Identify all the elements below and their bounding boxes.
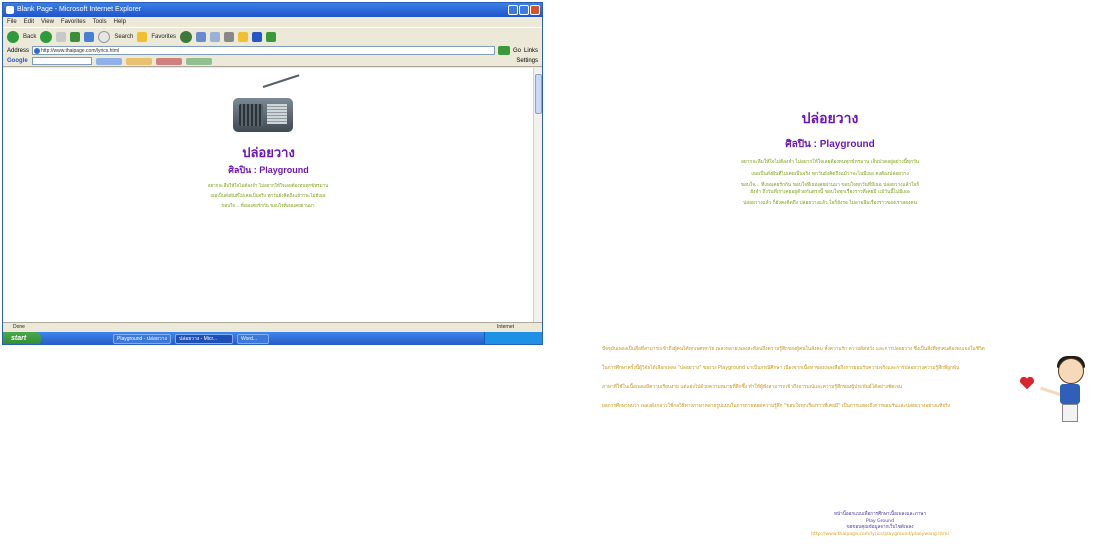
menu-help[interactable]: Help xyxy=(114,17,126,27)
minimize-button[interactable] xyxy=(508,5,518,15)
song-title: ปล่อยวาง xyxy=(242,146,295,161)
taskbar-item[interactable]: Word... xyxy=(237,334,269,344)
google-pagerank[interactable] xyxy=(125,57,152,65)
tools-icon[interactable] xyxy=(266,31,277,42)
maximize-button[interactable] xyxy=(519,5,529,15)
essay-paragraph: ปัจจุบันเพลงเป็นสื่อที่สามารถเข้าถึงผู้ค… xyxy=(602,347,985,352)
mail-icon[interactable] xyxy=(210,31,221,42)
lyrics-verse: ขอบใจ... ที่เธอเคยรักกัน ขอบใจที่เธอเคยผ… xyxy=(221,204,315,209)
print-icon[interactable] xyxy=(224,31,235,42)
go-label[interactable]: Go xyxy=(513,48,521,54)
close-button[interactable] xyxy=(530,5,540,15)
menu-file[interactable]: File xyxy=(7,17,17,27)
window-titlebar: Blank Page - Microsoft Internet Explorer xyxy=(3,3,542,17)
lyrics-block: อยากจะลืมให้ใจไม่ต้องจำ ไม่อยากให้ใจเลยต… xyxy=(183,184,353,214)
menu-tools[interactable]: Tools xyxy=(93,17,107,27)
essay-paragraph: ผลการศึกษาพบว่า เพลงดังกล่าวใช้กลวิธีทาง… xyxy=(602,404,951,409)
lyrics-verse: เธอเป็นดั่งฝันที่ไม่เคยเป็นจริง ทุกวันยั… xyxy=(210,194,326,199)
radio-speaker xyxy=(239,104,263,126)
forward-icon[interactable] xyxy=(40,30,53,43)
address-bar: Address http://www.thaipage.com/lyrics.h… xyxy=(3,45,542,56)
window-title: Blank Page - Microsoft Internet Explorer xyxy=(17,6,142,13)
google-search-input[interactable] xyxy=(31,57,92,65)
ie-icon xyxy=(6,6,14,14)
boy-legs xyxy=(1062,404,1078,422)
media-icon[interactable] xyxy=(180,30,193,43)
boy-shirt xyxy=(1060,384,1080,404)
refresh-icon[interactable] xyxy=(70,31,81,42)
radio-image xyxy=(233,74,300,132)
page-footer: หน้านี้ออกแบบเพื่อการศึกษาเนื้อเพลงและภา… xyxy=(720,512,1040,538)
google-options[interactable] xyxy=(185,57,212,65)
google-toolbar: Google Settings xyxy=(3,56,542,67)
taskbar-item[interactable]: Playground - ปล่อยวาง xyxy=(113,334,171,344)
taskbar-item[interactable]: ปล่อยวาง - Micr... xyxy=(175,334,233,344)
status-text: Done xyxy=(13,324,25,330)
radio-dial xyxy=(267,104,287,124)
source-link[interactable]: http://www.thaipage.com/lyrics/playgroun… xyxy=(720,532,1040,539)
scroll-thumb[interactable] xyxy=(535,74,542,114)
address-input[interactable]: http://www.thaipage.com/lyrics.html xyxy=(32,46,495,55)
boy-cartoon xyxy=(1018,356,1098,436)
search-label[interactable]: Search xyxy=(114,34,133,40)
radio-antenna xyxy=(262,74,300,88)
messenger-icon[interactable] xyxy=(252,31,263,42)
page-song-title: ปล่อยวาง xyxy=(801,111,859,127)
taskbar: start Playground - ปล่อยวาง ปล่อยวาง - M… xyxy=(3,332,542,344)
browser-viewport: ปล่อยวาง ศิลปิน : Playground อยากจะลืมให… xyxy=(3,68,534,322)
lyrics-verse: เธอเป็นดั่งฝันที่ไม่เคยเป็นจริง ทุกวันยั… xyxy=(751,171,909,177)
back-label[interactable]: Back xyxy=(23,34,36,40)
address-value: http://www.thaipage.com/lyrics.html xyxy=(41,48,120,54)
boy-head xyxy=(1058,358,1084,384)
system-tray xyxy=(484,332,542,344)
lyrics-verse: อยากจะลืมให้ใจไม่ต้องจำ ไม่อยากให้ใจเลยต… xyxy=(207,184,329,189)
page-artist-name: ศิลปิน : Playground xyxy=(785,139,875,150)
vertical-scrollbar[interactable] xyxy=(533,68,542,322)
page-icon xyxy=(34,48,41,54)
lyrics-verse: ขอบใจ... ที่เธอเคยรักกัน ขอบใจที่เธอเคยผ… xyxy=(740,183,920,195)
essay-text: ปัจจุบันเพลงเป็นสื่อที่สามารถเข้าถึงผู้ค… xyxy=(588,346,1038,422)
google-icon: Google xyxy=(7,58,28,64)
address-label: Address xyxy=(7,47,30,54)
menu-favorites[interactable]: Favorites xyxy=(61,17,86,27)
links-label[interactable]: Links xyxy=(524,48,538,54)
home-icon[interactable] xyxy=(84,31,95,42)
go-button[interactable] xyxy=(497,46,510,55)
window-controls xyxy=(508,5,540,15)
page-lyrics-block: อยากจะลืมให้ใจไม่ต้องจำ ไม่อยากให้ใจเลยต… xyxy=(740,160,920,213)
stop-icon[interactable] xyxy=(56,31,67,42)
google-search-button[interactable] xyxy=(95,57,122,65)
menu-view[interactable]: View xyxy=(41,17,54,27)
favorites-icon[interactable] xyxy=(137,31,148,42)
essay-paragraph: ในการศึกษาครั้งนี้ผู้วิจัยได้เลือกเพลง "… xyxy=(602,366,960,371)
browser-toolbar: Back Search Favorites xyxy=(3,27,542,45)
start-button[interactable]: start xyxy=(3,332,41,344)
search-icon[interactable] xyxy=(98,30,111,43)
back-icon[interactable] xyxy=(7,30,19,43)
security-zone: Internet xyxy=(497,324,514,330)
favorites-label[interactable]: Favorites xyxy=(151,34,176,40)
boy-arm xyxy=(1040,386,1062,397)
menu-edit[interactable]: Edit xyxy=(24,17,34,27)
menu-bar: File Edit View Favorites Tools Help xyxy=(3,17,542,27)
heart-icon xyxy=(1019,376,1035,390)
artist-name: ศิลปิน : Playground xyxy=(228,165,309,175)
lyrics-verse: อยากจะลืมให้ใจไม่ต้องจำ ไม่อยากให้ใจเลยต… xyxy=(741,160,919,165)
essay-paragraph: ภาษาที่ใช้ในเนื้อเพลงมีความเรียบง่าย แต่… xyxy=(602,385,903,390)
google-blocked[interactable] xyxy=(155,57,182,65)
lyrics-verse: ปล่อยวางแล้ว ก็ยังคงคิดถึง ปล่อยวางแล้ว … xyxy=(743,201,917,206)
google-settings[interactable]: Settings xyxy=(516,58,538,64)
folder-icon[interactable] xyxy=(238,31,249,42)
history-icon[interactable] xyxy=(196,31,207,42)
browser-window: Blank Page - Microsoft Internet Explorer… xyxy=(2,2,543,345)
status-bar: Done Internet xyxy=(3,322,542,332)
